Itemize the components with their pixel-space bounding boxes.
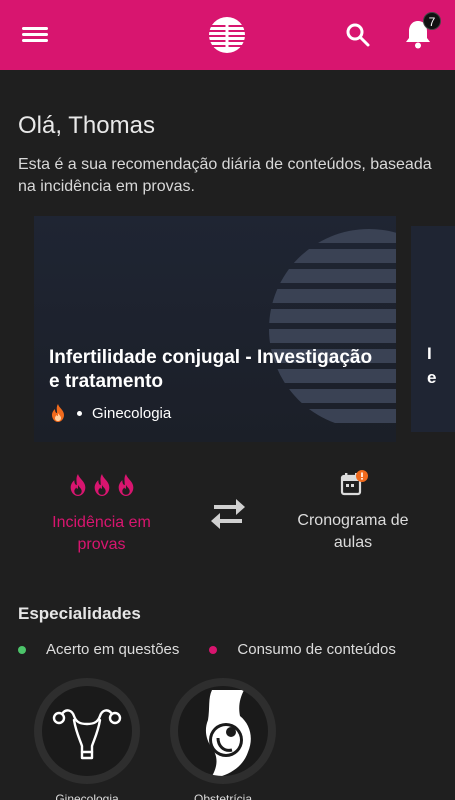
specialty-ginecologia[interactable] [34,678,140,784]
flame-icon [94,474,109,496]
schedule-label: Cronograma de aulas [297,512,409,551]
flame-icon [52,404,64,422]
calendar-alert-icon [340,470,368,496]
legend-dot-pink [209,645,218,654]
separator-dot [77,410,82,416]
incidence-label: Incidência em provas [52,514,151,553]
specialties-title: Especialidades [18,604,141,623]
logo-watermark-icon [269,229,396,423]
incidence-flames [44,474,159,498]
menu-icon-bar [22,39,48,42]
notification-badge: 7 [423,12,441,30]
specialty-label: Ginecologia [55,792,119,800]
flame-icon [118,474,133,496]
peek-text: e [427,368,437,387]
peek-text: I [427,344,432,363]
specialty-obstetricia[interactable] [170,678,276,784]
greeting-title: Olá, Thomas [18,112,155,139]
card-meta: Ginecologia [51,404,171,422]
top-app-bar: 7 [0,0,455,70]
flame-icon [70,474,85,496]
legend-label: Acerto em questões [46,641,180,658]
menu-button[interactable] [22,24,48,46]
pregnancy-icon [205,690,251,776]
specialty-label: Obstetrícia [193,792,253,800]
recommendation-subtitle: Esta é a sua recomendação diária de cont… [18,156,432,195]
recommendation-card[interactable]: Infertilidade conjugal - Investigação e … [34,216,396,442]
menu-icon-bar [22,27,48,30]
logo-icon[interactable] [208,16,246,54]
next-card-peek[interactable]: I e [411,226,455,432]
specialty-icon-wrap [42,686,132,776]
legend-dot-green [18,645,26,654]
card-category: Ginecologia [92,404,172,422]
uterus-icon [52,709,122,760]
menu-icon-bar [22,33,48,36]
legend-label: Consumo de conteúdos [237,641,396,658]
card-title: Infertilidade conjugal - Investigação e … [49,347,373,392]
incidence-button[interactable]: Incidência em provas [44,474,159,556]
specialty-icon-wrap [178,686,268,776]
swap-arrows-icon[interactable] [210,498,246,530]
schedule-button[interactable]: Cronograma de aulas [290,470,416,554]
calendar-wrap [290,470,416,500]
specialties-legend: Acerto em questões Consumo de conteúdos [18,641,396,658]
search-icon[interactable] [345,22,371,48]
